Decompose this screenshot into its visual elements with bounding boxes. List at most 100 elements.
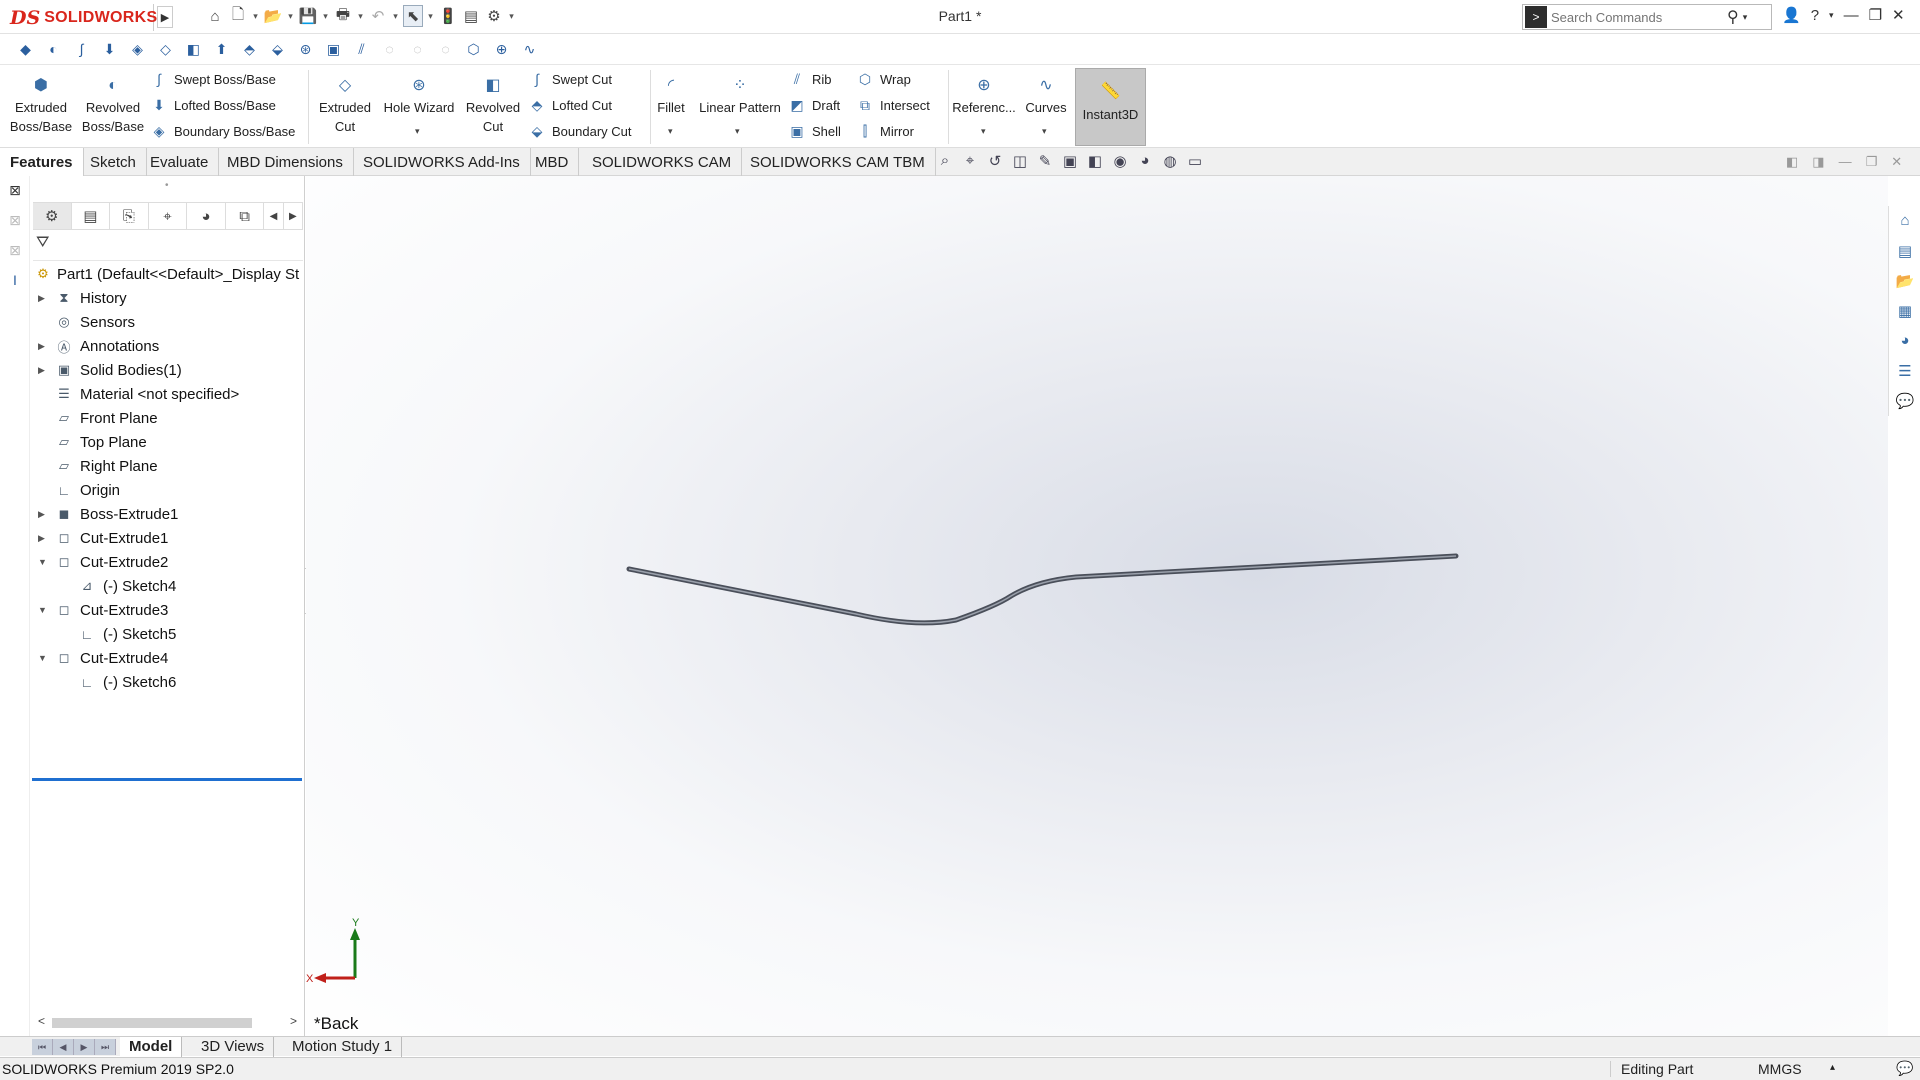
tree-item-solid-bodies[interactable]: ▶ ▣ Solid Bodies(1) [30, 358, 305, 382]
solidworks-resources-icon[interactable]: ⌂ [1893, 212, 1917, 236]
boundary-icon[interactable]: ◈ [126, 38, 149, 60]
file-properties-icon[interactable]: ▤ [461, 5, 481, 27]
last-tab-icon[interactable]: ⏭ [95, 1039, 116, 1055]
boundary-cut-button[interactable]: ⬙ Boundary Cut [528, 120, 632, 142]
view-settings-icon[interactable]: ▭ [1185, 152, 1205, 170]
fillet-button[interactable]: ◜ Fillet [652, 68, 690, 117]
reference-geometry-icon[interactable]: ⊕ [490, 38, 513, 60]
display-manager-tab-icon[interactable]: ◕ [187, 203, 226, 229]
tree-item-boss-extrude1[interactable]: ▶ ◼ Boss-Extrude1 [30, 502, 305, 526]
tab-mbd[interactable]: MBD [525, 148, 580, 176]
solidworks-logo[interactable]: DS SOLIDWORKS [10, 4, 157, 31]
custom-properties-icon[interactable]: ☰ [1893, 362, 1917, 386]
hole-wizard-button[interactable]: ⊛ Hole Wizard [380, 68, 458, 117]
revolve-icon[interactable]: ◐ [42, 38, 65, 60]
tab-3d-views[interactable]: 3D Views [192, 1037, 275, 1057]
open-dropdown-icon[interactable]: ▾ [286, 5, 295, 27]
search-input[interactable] [1551, 9, 1721, 25]
undo-icon[interactable]: ↶ [368, 5, 388, 27]
feature-manager-toggle-icon[interactable]: ⊠ [3, 182, 27, 206]
display-style-icon[interactable]: ◧ [1085, 152, 1105, 170]
open-folder-icon[interactable]: 📂 [263, 5, 283, 27]
tree-item-sketch6[interactable]: ∟ (-) Sketch6 [30, 670, 305, 694]
zoom-to-area-icon[interactable]: ⌖ [960, 152, 980, 170]
collapse-arrow-icon[interactable]: ▼ [38, 605, 48, 615]
extruded-cut-button[interactable]: ◇ Extruded Cut [312, 68, 378, 136]
units-dropdown-icon[interactable]: ▴ [1830, 1062, 1835, 1073]
tab-evaluate[interactable]: Evaluate [140, 148, 220, 176]
mirror-button[interactable]: ⫿ Mirror [856, 120, 914, 142]
print-icon[interactable]: 🖶 [333, 5, 353, 27]
tab-model[interactable]: Model [120, 1037, 183, 1057]
unit-system-button[interactable]: MMGS [1758, 1061, 1802, 1077]
tab-motion-study-1[interactable]: Motion Study 1 [283, 1037, 403, 1057]
expand-arrow-icon[interactable]: ▶ [38, 293, 48, 304]
hide-show-icon[interactable]: ◉ [1110, 152, 1130, 170]
expand-arrow-icon[interactable]: ▶ [38, 365, 48, 376]
tab-solidworks-cam[interactable]: SOLIDWORKS CAM [582, 148, 743, 176]
doc-close-icon[interactable]: ✕ [1891, 154, 1902, 170]
loft-cut-icon[interactable]: ⬘ [238, 38, 261, 60]
tabs-scroll-left-icon[interactable]: ◀ [264, 203, 284, 229]
doc-minimize-icon[interactable]: — [1839, 154, 1852, 170]
linear-pattern-dropdown-icon[interactable]: ▾ [735, 126, 740, 137]
tree-item-material[interactable]: ☰ Material <not specified> [30, 382, 305, 406]
tab-solidworks-add-ins[interactable]: SOLIDWORKS Add-Ins [353, 148, 531, 176]
config-manager-icon[interactable]: ⊠ [3, 242, 27, 266]
lofted-boss-button[interactable]: ⬇ Lofted Boss/Base [150, 94, 276, 116]
swept-cut-button[interactable]: ∫ Swept Cut [528, 68, 612, 90]
section-view-icon[interactable]: ◫ [1010, 152, 1030, 170]
minimize-icon[interactable]: — [1844, 7, 1859, 24]
rebuild-status-icon[interactable]: 💬 [1896, 1060, 1913, 1077]
tree-item-cut-extrude3[interactable]: ▼ ◻ Cut-Extrude3 [30, 598, 305, 622]
tree-item-cut-extrude1[interactable]: ▶ ◻ Cut-Extrude1 [30, 526, 305, 550]
configuration-manager-tab-icon[interactable]: ⎘ [110, 203, 149, 229]
previous-view-icon[interactable]: ↺ [985, 152, 1005, 170]
undo-dropdown-icon[interactable]: ▾ [391, 5, 400, 27]
dimxpert-tab-icon[interactable]: ⌖ [149, 203, 188, 229]
new-dropdown-icon[interactable]: ▾ [251, 5, 260, 27]
first-tab-icon[interactable]: ⏮ [32, 1039, 53, 1055]
file-explorer-icon[interactable]: 📂 [1893, 272, 1917, 296]
tab-mbd-dimensions[interactable]: MBD Dimensions [217, 148, 354, 176]
curves-icon[interactable]: ∿ [518, 38, 541, 60]
tab-sketch[interactable]: Sketch [80, 148, 147, 176]
tab-features[interactable]: Features [0, 148, 84, 176]
tree-item-annotations[interactable]: ▶ Ⓐ Annotations [30, 334, 305, 358]
rib-icon[interactable]: ⫽ [350, 38, 373, 60]
shell-button[interactable]: ▣ Shell [788, 120, 841, 142]
wrap-button[interactable]: ⬡ Wrap [856, 68, 911, 90]
instant3d-button[interactable]: 📏 Instant3D [1075, 68, 1146, 146]
filter-icon[interactable]: ⛛ [36, 234, 49, 252]
property-manager-tab-icon[interactable]: ▤ [72, 203, 111, 229]
curves-button[interactable]: ∿ Curves [1020, 68, 1072, 117]
intersect-button[interactable]: ⧉ Intersect [856, 94, 930, 116]
tree-item-cut-extrude2[interactable]: ▼ ◻ Cut-Extrude2 [30, 550, 305, 574]
extruded-boss-button[interactable]: ⬢ Extruded Boss/Base [6, 68, 76, 136]
options-dropdown-icon[interactable]: ▾ [507, 5, 516, 27]
cut-icon[interactable]: ◇ [154, 38, 177, 60]
tab-solidworks-cam-tbm[interactable]: SOLIDWORKS CAM TBM [740, 148, 936, 176]
save-dropdown-icon[interactable]: ▾ [321, 5, 330, 27]
draft-button[interactable]: ◩ Draft [788, 94, 840, 116]
scroll-left-icon[interactable]: < [38, 1014, 45, 1028]
boundary-cut-icon[interactable]: ⬙ [266, 38, 289, 60]
options-gear-icon[interactable]: ⚙ [484, 5, 504, 27]
scroll-thumb[interactable] [52, 1018, 252, 1028]
new-document-icon[interactable]: 🗋 [228, 5, 248, 27]
property-manager-icon[interactable]: ⊠ [3, 212, 27, 236]
home-icon[interactable]: ⌂ [205, 5, 225, 27]
edit-appearance-icon[interactable]: ◕ [1135, 152, 1155, 170]
user-icon[interactable]: 👤 [1782, 6, 1801, 24]
graphics-viewport[interactable]: Y X *Back [306, 176, 1888, 1056]
doc-restore-icon[interactable]: ❐ [1866, 154, 1878, 170]
select-dropdown-icon[interactable]: ▾ [426, 5, 435, 27]
dimxpert-icon[interactable]: I [3, 272, 27, 296]
extrude-icon[interactable]: ◆ [14, 38, 37, 60]
apply-scene-icon[interactable]: ◍ [1160, 152, 1180, 170]
expand-arrow-icon[interactable]: ▶ [38, 341, 48, 352]
restore-icon[interactable]: ❐ [1869, 6, 1882, 24]
lofted-cut-button[interactable]: ⬘ Lofted Cut [528, 94, 612, 116]
curves-dropdown-icon[interactable]: ▾ [1042, 126, 1047, 137]
sweep-cut-icon[interactable]: ⬆ [210, 38, 233, 60]
